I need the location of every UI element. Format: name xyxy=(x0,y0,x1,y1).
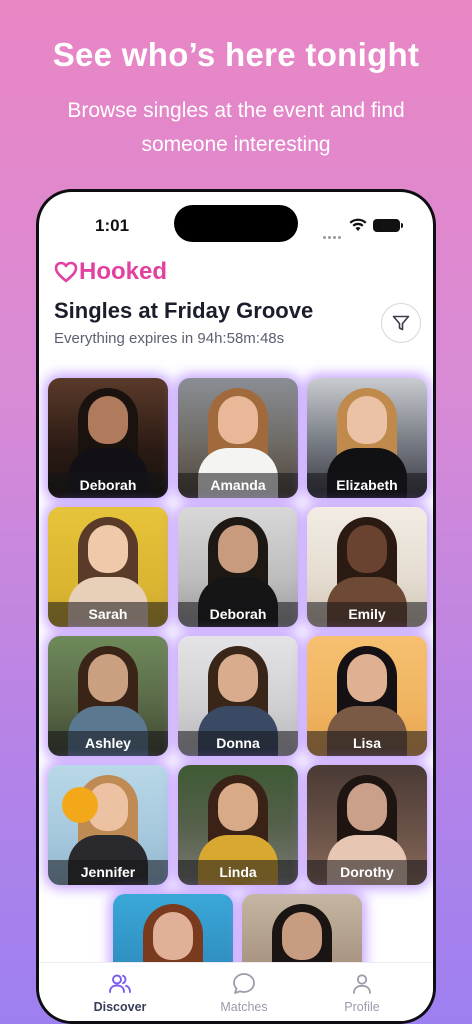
promo-headline: See who’s here tonight xyxy=(52,36,420,73)
battery-icon xyxy=(373,219,403,232)
profile-card[interactable]: Elizabeth xyxy=(307,378,427,498)
profile-grid: Deborah Amanda Elizabeth Sarah Deborah E… xyxy=(48,378,428,1014)
expiry-countdown: Everything expires in 94h:58m:48s xyxy=(54,330,285,347)
profile-name: Emily xyxy=(307,602,427,627)
profile-card[interactable]: Deborah xyxy=(178,507,298,627)
heart-icon xyxy=(54,261,78,283)
profile-card[interactable]: Dorothy xyxy=(307,765,427,885)
person-icon xyxy=(353,974,371,994)
tab-profile[interactable]: Profile xyxy=(312,971,412,1014)
tab-label: Discover xyxy=(93,1000,147,1014)
filter-button[interactable] xyxy=(381,303,421,343)
chat-bubble-icon xyxy=(233,973,255,994)
profile-name: Linda xyxy=(178,860,298,885)
wifi-icon xyxy=(349,218,367,231)
profile-name: Sarah xyxy=(48,602,168,627)
promo-subline: Browse singles at the event and find som… xyxy=(67,99,405,156)
profile-name: Deborah xyxy=(48,473,168,498)
profile-name: Amanda xyxy=(178,473,298,498)
profile-card[interactable]: Amanda xyxy=(178,378,298,498)
status-bar: 1:01 xyxy=(39,192,433,252)
page-title: Singles at Friday Groove xyxy=(54,298,314,323)
dynamic-island xyxy=(174,205,298,242)
profile-name: Elizabeth xyxy=(307,473,427,498)
profile-card[interactable]: Jennifer xyxy=(48,765,168,885)
profile-name: Donna xyxy=(178,731,298,756)
status-time: 1:01 xyxy=(95,216,130,235)
profile-card[interactable]: Deborah xyxy=(48,378,168,498)
users-icon xyxy=(109,974,131,993)
profile-card[interactable]: Linda xyxy=(178,765,298,885)
profile-card[interactable]: Lisa xyxy=(307,636,427,756)
tab-label: Profile xyxy=(344,1000,380,1014)
profile-name: Lisa xyxy=(307,731,427,756)
signal-icon xyxy=(323,226,345,239)
phone-frame: 1:01 Hooked Singles at Friday Groove Eve… xyxy=(36,189,436,1024)
profile-name: Deborah xyxy=(178,602,298,627)
tab-label: Matches xyxy=(220,1000,268,1014)
logo-text: Hooked xyxy=(79,258,168,285)
app-logo: Hooked xyxy=(54,258,167,286)
profile-card[interactable]: Emily xyxy=(307,507,427,627)
profile-name: Ashley xyxy=(48,731,168,756)
filter-icon xyxy=(392,315,410,331)
profile-card[interactable]: Donna xyxy=(178,636,298,756)
profile-name: Dorothy xyxy=(307,860,427,885)
app-screen: 1:01 Hooked Singles at Friday Groove Eve… xyxy=(39,192,433,1021)
tab-discover[interactable]: Discover xyxy=(70,971,170,1014)
profile-name: Jennifer xyxy=(48,860,168,885)
profile-card[interactable]: Ashley xyxy=(48,636,168,756)
profile-card[interactable]: Sarah xyxy=(48,507,168,627)
tab-matches[interactable]: Matches xyxy=(194,971,294,1014)
bottom-tab-bar: Discover Matches Profile xyxy=(39,962,433,1021)
